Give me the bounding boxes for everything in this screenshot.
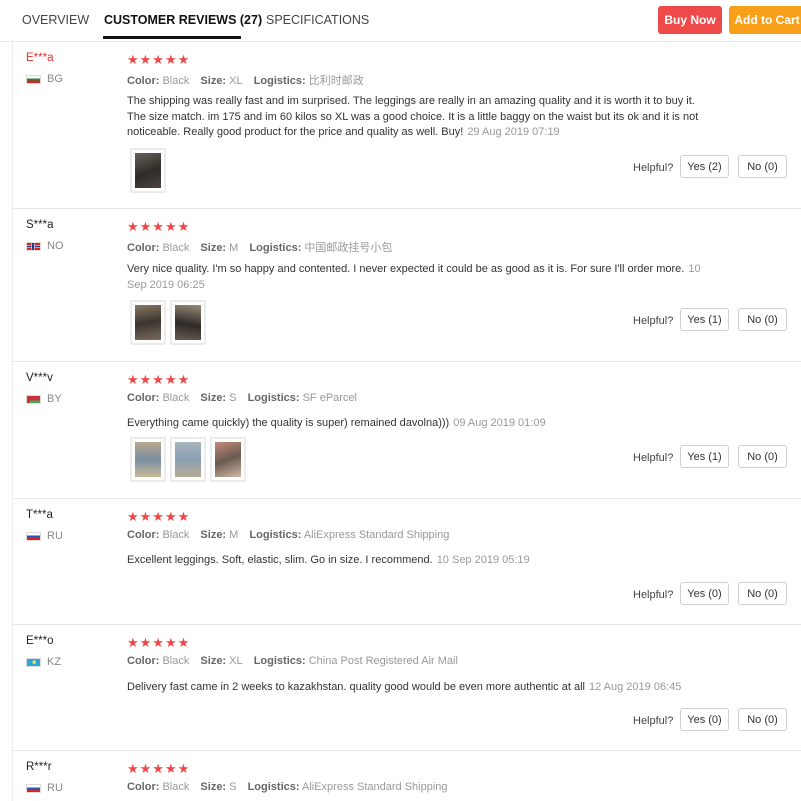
tab-overview[interactable]: OVERVIEW bbox=[22, 13, 89, 27]
review-photos bbox=[130, 437, 246, 482]
order-info: Color: Black Size: M Logistics: 中国邮政挂号小包 bbox=[127, 242, 393, 254]
helpful-no-button[interactable]: No (0) bbox=[738, 308, 787, 331]
reviewer-name: T***a bbox=[26, 509, 53, 521]
star-rating: ★★★★★ bbox=[127, 372, 191, 387]
helpful-label: Helpful? bbox=[633, 589, 674, 601]
star-rating: ★★★★★ bbox=[127, 219, 191, 234]
review-text: Very nice quality. I'm so happy and cont… bbox=[127, 263, 701, 291]
order-info: Color: Black Size: S Logistics: SF eParc… bbox=[127, 392, 358, 404]
review-date: 29 Aug 2019 07:19 bbox=[467, 126, 560, 138]
order-info: Color: Black Size: XL Logistics: China P… bbox=[127, 655, 458, 667]
product-tabs-bar: OVERVIEW CUSTOMER REVIEWS (27) SPECIFICA… bbox=[0, 0, 801, 42]
flag-icon bbox=[26, 531, 41, 541]
reviewer-country: KZ bbox=[26, 656, 61, 668]
flag-icon bbox=[26, 241, 41, 251]
add-to-cart-button[interactable]: Add to Cart bbox=[729, 6, 801, 34]
review-photo[interactable] bbox=[130, 300, 166, 345]
review-photo[interactable] bbox=[210, 437, 246, 482]
reviewer-country: RU bbox=[26, 782, 63, 794]
review-item: T***a RU ★★★★★ Color: Black Size: M Logi… bbox=[12, 499, 801, 625]
flag-icon bbox=[26, 657, 41, 667]
order-info: Color: Black Size: M Logistics: AliExpre… bbox=[127, 529, 450, 541]
tab-specifications[interactable]: SPECIFICATIONS bbox=[266, 13, 369, 27]
review-text: The shipping was really fast and im surp… bbox=[127, 95, 699, 138]
helpful-label: Helpful? bbox=[633, 715, 674, 727]
review-date: 09 Aug 2019 01:09 bbox=[453, 417, 546, 429]
review-date: 10 Sep 2019 05:19 bbox=[436, 554, 530, 566]
review-photo[interactable] bbox=[130, 437, 166, 482]
review-photo[interactable] bbox=[170, 437, 206, 482]
star-rating: ★★★★★ bbox=[127, 635, 191, 650]
review-text: Everything came quickly) the quality is … bbox=[127, 417, 546, 429]
review-item: V***v BY ★★★★★ Color: Black Size: S Logi… bbox=[12, 362, 801, 499]
helpful-no-button[interactable]: No (0) bbox=[738, 708, 787, 731]
helpful-yes-button[interactable]: Yes (1) bbox=[680, 445, 729, 468]
country-code: RU bbox=[47, 782, 63, 794]
country-code: NO bbox=[47, 240, 64, 252]
helpful-yes-button[interactable]: Yes (0) bbox=[680, 708, 729, 731]
helpful-no-button[interactable]: No (0) bbox=[738, 582, 787, 605]
helpful-label: Helpful? bbox=[633, 315, 674, 327]
active-tab-indicator bbox=[103, 36, 241, 39]
reviewer-country: BG bbox=[26, 73, 63, 85]
country-code: BY bbox=[47, 393, 62, 405]
reviewer-name: R***r bbox=[26, 761, 52, 773]
flag-icon bbox=[26, 783, 41, 793]
country-code: KZ bbox=[47, 656, 62, 668]
review-photos bbox=[130, 148, 166, 193]
country-code: RU bbox=[47, 530, 63, 542]
helpful-yes-button[interactable]: Yes (1) bbox=[680, 308, 729, 331]
reviewer-name: S***a bbox=[26, 219, 54, 231]
helpful-no-button[interactable]: No (0) bbox=[738, 445, 787, 468]
reviewer-name: E***o bbox=[26, 635, 54, 647]
helpful-label: Helpful? bbox=[633, 452, 674, 464]
reviewer-country: RU bbox=[26, 530, 63, 542]
review-date: 12 Aug 2019 06:45 bbox=[588, 681, 682, 693]
review-photo[interactable] bbox=[130, 148, 166, 193]
flag-icon bbox=[26, 394, 41, 404]
reviewer-country: BY bbox=[26, 393, 62, 405]
helpful-no-button[interactable]: No (0) bbox=[738, 155, 787, 178]
reviewer-name: E***a bbox=[26, 52, 54, 64]
helpful-label: Helpful? bbox=[633, 162, 674, 174]
review-text: Excellent leggings. Soft, elastic, slim.… bbox=[127, 554, 530, 566]
flag-icon bbox=[26, 74, 41, 84]
review-photo[interactable] bbox=[170, 300, 206, 345]
star-rating: ★★★★★ bbox=[127, 761, 191, 776]
reviewer-country: NO bbox=[26, 240, 64, 252]
order-info: Color: Black Size: XL Logistics: 比利时邮政 bbox=[127, 75, 364, 87]
review-item: S***a NO ★★★★★ Color: Black Size: M Logi… bbox=[12, 209, 801, 362]
review-item: E***a BG ★★★★★ Color: Black Size: XL Log… bbox=[12, 42, 801, 209]
review-photos bbox=[130, 300, 206, 345]
star-rating: ★★★★★ bbox=[127, 509, 191, 524]
order-info: Color: Black Size: S Logistics: AliExpre… bbox=[127, 781, 448, 793]
review-item: E***o KZ ★★★★★ Color: Black Size: XL Log… bbox=[12, 625, 801, 751]
helpful-yes-button[interactable]: Yes (2) bbox=[680, 155, 729, 178]
tab-customer-reviews[interactable]: CUSTOMER REVIEWS (27) bbox=[104, 13, 262, 27]
review-item: R***r RU ★★★★★ Color: Black Size: S Logi… bbox=[12, 751, 801, 801]
buy-now-button[interactable]: Buy Now bbox=[658, 6, 722, 34]
reviewer-name: V***v bbox=[26, 372, 53, 384]
star-rating: ★★★★★ bbox=[127, 52, 191, 67]
review-text: Delivery fast came in 2 weeks to kazakhs… bbox=[127, 681, 682, 693]
country-code: BG bbox=[47, 73, 63, 85]
helpful-yes-button[interactable]: Yes (0) bbox=[680, 582, 729, 605]
